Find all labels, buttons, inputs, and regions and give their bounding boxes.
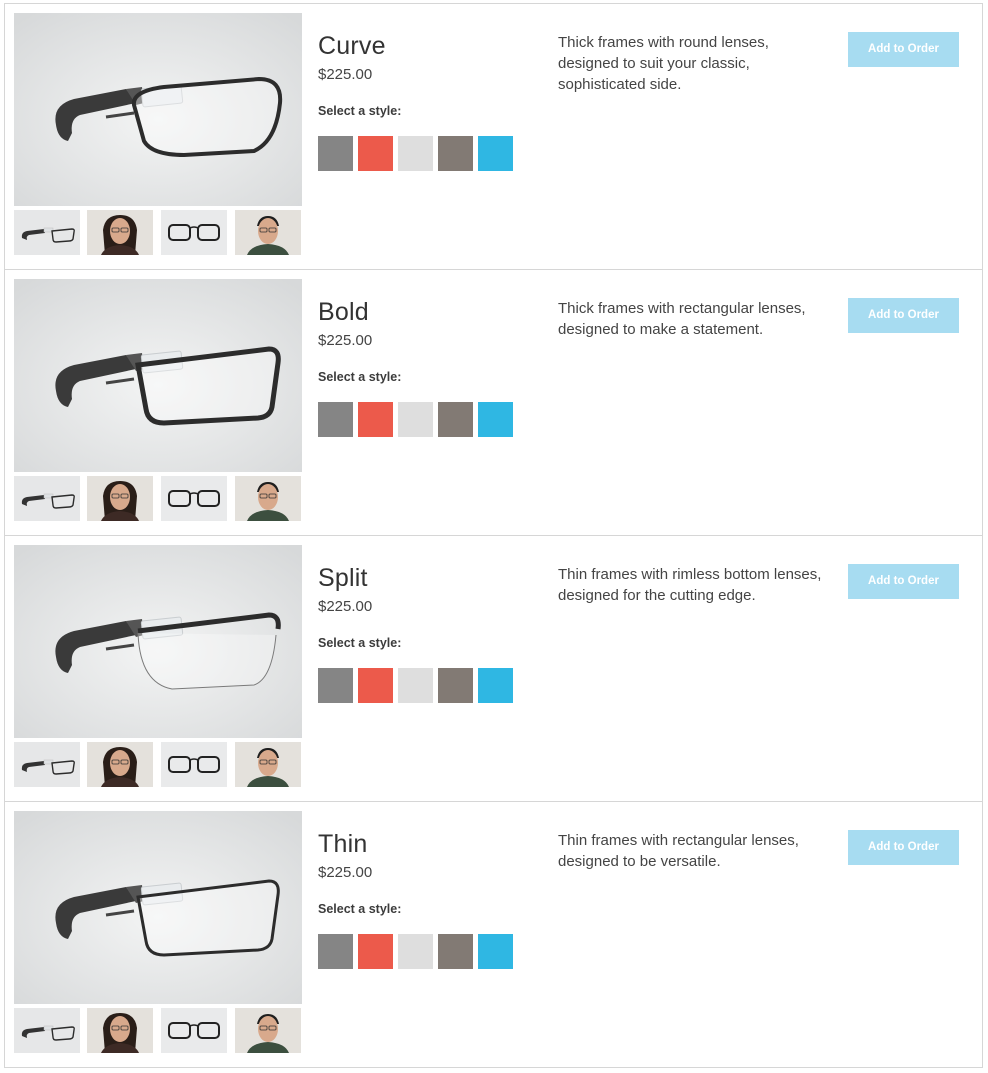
product-list: Curve $225.00 Select a style: Thick fram… xyxy=(4,3,983,1068)
product-description: Thick frames with round lenses, designed… xyxy=(558,34,769,93)
add-to-order-button[interactable]: Add to Order xyxy=(848,564,959,599)
swatch-shale[interactable] xyxy=(438,934,473,969)
add-to-order-button[interactable]: Add to Order xyxy=(848,830,959,865)
product-price: $225.00 xyxy=(318,864,373,881)
swatch-sky[interactable] xyxy=(478,934,513,969)
thumbnail-glasses-side[interactable] xyxy=(14,742,80,787)
thumbnail-glasses-front[interactable] xyxy=(161,210,227,255)
thumbnail-glasses-front[interactable] xyxy=(161,742,227,787)
select-style-label: Select a style: xyxy=(318,636,402,650)
thumbnail-model-man[interactable] xyxy=(235,210,301,255)
product-description: Thin frames with rimless bottom lenses, … xyxy=(558,566,822,604)
swatch-shale[interactable] xyxy=(438,136,473,171)
swatch-sky[interactable] xyxy=(478,668,513,703)
thumbnail-glasses-side[interactable] xyxy=(14,1008,80,1053)
swatch-sky[interactable] xyxy=(478,402,513,437)
product-price: $225.00 xyxy=(318,332,373,349)
add-to-order-button[interactable]: Add to Order xyxy=(848,32,959,67)
thumbnail-glasses-side[interactable] xyxy=(14,476,80,521)
product-card: Thin $225.00 Select a style: Thin frames… xyxy=(5,802,982,1068)
swatch-tangerine[interactable] xyxy=(358,402,393,437)
product-name: Split xyxy=(318,564,368,592)
thumbnail-glasses-front[interactable] xyxy=(161,476,227,521)
product-price: $225.00 xyxy=(318,66,373,83)
swatch-cotton[interactable] xyxy=(398,402,433,437)
select-style-label: Select a style: xyxy=(318,902,402,916)
select-style-label: Select a style: xyxy=(318,104,402,118)
swatch-sky[interactable] xyxy=(478,136,513,171)
thumbnail-model-woman[interactable] xyxy=(87,1008,153,1053)
swatch-cotton[interactable] xyxy=(398,136,433,171)
product-card: Bold $225.00 Select a style: Thick frame… xyxy=(5,270,982,536)
swatch-charcoal[interactable] xyxy=(318,136,353,171)
thumbnail-model-man[interactable] xyxy=(235,476,301,521)
swatch-tangerine[interactable] xyxy=(358,136,393,171)
thumbnail-model-woman[interactable] xyxy=(87,210,153,255)
product-description: Thin frames with rectangular lenses, des… xyxy=(558,832,799,870)
select-style-label: Select a style: xyxy=(318,370,402,384)
product-card: Curve $225.00 Select a style: Thick fram… xyxy=(5,4,982,270)
swatch-tangerine[interactable] xyxy=(358,668,393,703)
thumbnail-model-man[interactable] xyxy=(235,1008,301,1053)
thumbnail-glasses-side[interactable] xyxy=(14,210,80,255)
swatch-charcoal[interactable] xyxy=(318,934,353,969)
swatch-tangerine[interactable] xyxy=(358,934,393,969)
swatch-charcoal[interactable] xyxy=(318,402,353,437)
thumbnail-model-woman[interactable] xyxy=(87,742,153,787)
thumbnail-model-woman[interactable] xyxy=(87,476,153,521)
product-price: $225.00 xyxy=(318,598,373,615)
product-name: Bold xyxy=(318,298,369,326)
product-main-image xyxy=(14,545,302,738)
product-name: Curve xyxy=(318,32,386,60)
product-main-image xyxy=(14,13,302,206)
swatch-shale[interactable] xyxy=(438,402,473,437)
swatch-cotton[interactable] xyxy=(398,934,433,969)
product-name: Thin xyxy=(318,830,368,858)
thumbnail-glasses-front[interactable] xyxy=(161,1008,227,1053)
thumbnail-model-man[interactable] xyxy=(235,742,301,787)
product-main-image xyxy=(14,811,302,1004)
product-main-image xyxy=(14,279,302,472)
swatch-shale[interactable] xyxy=(438,668,473,703)
add-to-order-button[interactable]: Add to Order xyxy=(848,298,959,333)
product-card: Split $225.00 Select a style: Thin frame… xyxy=(5,536,982,802)
product-description: Thick frames with rectangular lenses, de… xyxy=(558,300,806,338)
swatch-charcoal[interactable] xyxy=(318,668,353,703)
swatch-cotton[interactable] xyxy=(398,668,433,703)
